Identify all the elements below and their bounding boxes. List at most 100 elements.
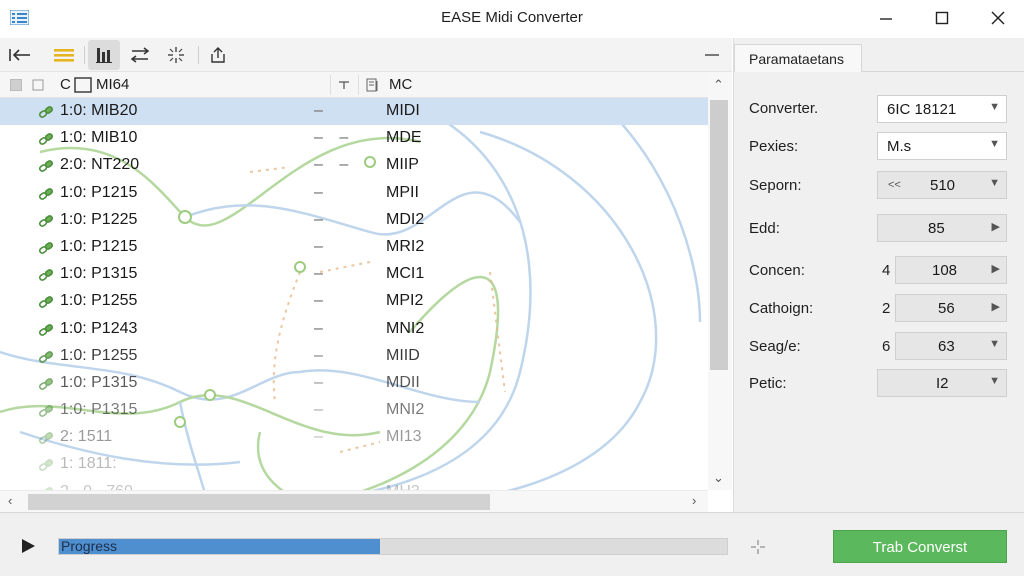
table-row[interactable]: 2: 1511 – MI13	[0, 424, 708, 451]
row-type: MIID	[386, 346, 420, 364]
document-header-icon	[32, 79, 44, 91]
checkbox-header-icon[interactable]	[10, 79, 22, 91]
row-type: MNI2	[386, 319, 425, 337]
filter-icon[interactable]	[338, 80, 350, 90]
scroll-left-icon[interactable]: ‹	[8, 493, 12, 508]
link-icon	[39, 214, 53, 227]
chart-view-button[interactable]	[88, 40, 120, 70]
menu-button[interactable]	[48, 40, 80, 70]
seagle-select[interactable]: 63 ▼	[895, 332, 1007, 360]
table-row[interactable]: 1: 1811:	[0, 451, 708, 478]
chevron-right-icon: ▶	[991, 263, 1000, 275]
bar-chart-icon	[96, 48, 112, 63]
list-header: C MI64 MC	[0, 72, 708, 98]
row-marker: –	[314, 183, 329, 201]
pexies-value: M.s	[887, 138, 912, 155]
scroll-down-icon[interactable]: ⌄	[713, 470, 724, 486]
table-row[interactable]: 1:0: P1255 – MPI2	[0, 288, 708, 315]
row-name: 1:0: MIB20	[60, 102, 138, 119]
collapse-button[interactable]	[700, 46, 724, 64]
table-row[interactable]: 1:0: MIB20 – MIDI	[0, 98, 708, 126]
table-row[interactable]: 1:0: P1315 – MNI2	[0, 397, 708, 424]
param-label-converter: Converter.	[749, 100, 819, 117]
swap-icon	[130, 47, 150, 63]
export-icon	[211, 47, 225, 63]
scroll-right-icon[interactable]: ›	[692, 493, 696, 508]
row-type: MDE	[386, 129, 422, 147]
table-row[interactable]: 1:0: P1215 – MPII	[0, 180, 708, 207]
table-row[interactable]: 1:0: P1315 – MDII	[0, 370, 708, 397]
pexies-dropdown[interactable]: M.s ▼	[877, 132, 1007, 160]
header-col3[interactable]: MC	[389, 76, 412, 93]
close-icon	[991, 11, 1005, 25]
progress-label: Progress	[61, 538, 118, 554]
maximize-icon	[935, 11, 949, 25]
toolbar-separator	[198, 46, 199, 64]
table-row[interactable]: 1:0: P1255 – MIID	[0, 343, 708, 370]
scroll-up-icon[interactable]: ⌃	[713, 77, 724, 93]
table-row[interactable]: 1:0: P1215 – MRI2	[0, 234, 708, 261]
row-type: MIIP	[386, 156, 419, 174]
vertical-scroll-thumb[interactable]	[710, 100, 728, 370]
row-marker: –	[314, 428, 329, 446]
table-row[interactable]: 1:0: MIB10 – – MDE	[0, 125, 708, 152]
link-icon	[39, 323, 53, 336]
param-label-seagle: Seag/e:	[749, 338, 801, 355]
table-row[interactable]: 2:0: NT220 – – MIIP	[0, 152, 708, 179]
table-row[interactable]: 1:0: P1243 – MNI2	[0, 316, 708, 343]
row-type: MRI2	[386, 237, 425, 255]
row-name: 1:0: P1315	[60, 401, 138, 419]
maximize-button[interactable]	[916, 0, 968, 36]
play-icon[interactable]	[20, 538, 36, 554]
progress-bar: Progress	[58, 538, 728, 555]
param-label-seporn: Seporn:	[749, 177, 802, 194]
swap-button[interactable]	[124, 40, 156, 70]
header-col2[interactable]: MI64	[96, 76, 129, 93]
row-type: MIDI	[386, 102, 420, 119]
cathoign-spinner[interactable]: 56 ▶	[895, 294, 1007, 322]
param-label-pexies: Pexies:	[749, 138, 799, 155]
tab-parameters[interactable]: Paramataetans	[734, 44, 862, 72]
table-row[interactable]: 1:0: P1225 – MDI2	[0, 207, 708, 234]
header-col1[interactable]: C	[60, 76, 71, 93]
seporn-value: 510	[930, 177, 956, 194]
table-row[interactable]: 1:0: P1315 – MCI1	[0, 261, 708, 288]
chevron-right-icon: ▶	[991, 221, 1000, 233]
petic-select[interactable]: I2 ▼	[877, 369, 1007, 397]
petic-value: I2	[936, 375, 949, 392]
row-type: MPII	[386, 183, 419, 201]
link-icon	[39, 432, 53, 445]
link-icon	[39, 350, 53, 363]
status-bar: Progress Trab Converst	[0, 512, 1024, 576]
concen-spinner[interactable]: 108 ▶	[895, 256, 1007, 284]
back-button[interactable]	[4, 40, 36, 70]
seagle-number: 6	[882, 338, 891, 355]
vertical-scrollbar[interactable]: ⌃ ⌄	[708, 72, 732, 490]
row-name: 1:0: P1255	[60, 292, 138, 310]
toolbar-separator	[84, 46, 85, 64]
seporn-select[interactable]: << 510 ▼	[877, 171, 1007, 199]
horizontal-scroll-thumb[interactable]	[28, 494, 490, 510]
export-button[interactable]	[202, 40, 234, 70]
param-label-edd: Edd:	[749, 220, 780, 237]
converter-dropdown[interactable]: 6IC 18121 ▼	[877, 95, 1007, 123]
row-type: MDI2	[386, 210, 425, 228]
edd-spinner[interactable]: 85 ▶	[877, 214, 1007, 242]
close-button[interactable]	[972, 0, 1024, 36]
tab-underline	[862, 71, 1024, 72]
horizontal-scrollbar[interactable]: ‹ ›	[0, 490, 708, 512]
header-divider	[330, 75, 331, 95]
toolbar	[0, 38, 732, 72]
convert-button[interactable]: Trab Converst	[833, 530, 1007, 563]
param-label-concen: Concen:	[749, 262, 805, 279]
crosshair-icon[interactable]	[750, 539, 766, 555]
row-name: 2: 1511	[60, 428, 113, 446]
cathoign-value: 56	[938, 300, 955, 317]
row-marker: –	[314, 319, 329, 337]
effects-button[interactable]	[160, 40, 192, 70]
converter-value: 6IC 18121	[887, 101, 957, 118]
link-icon	[39, 296, 53, 309]
track-list: 1:0: MIB20 – MIDI 1:0: MIB10 – – MDE 2:0: NT22…	[0, 98, 708, 506]
row-name: 1:0: P1315	[60, 265, 138, 283]
minimize-button[interactable]	[860, 0, 912, 36]
